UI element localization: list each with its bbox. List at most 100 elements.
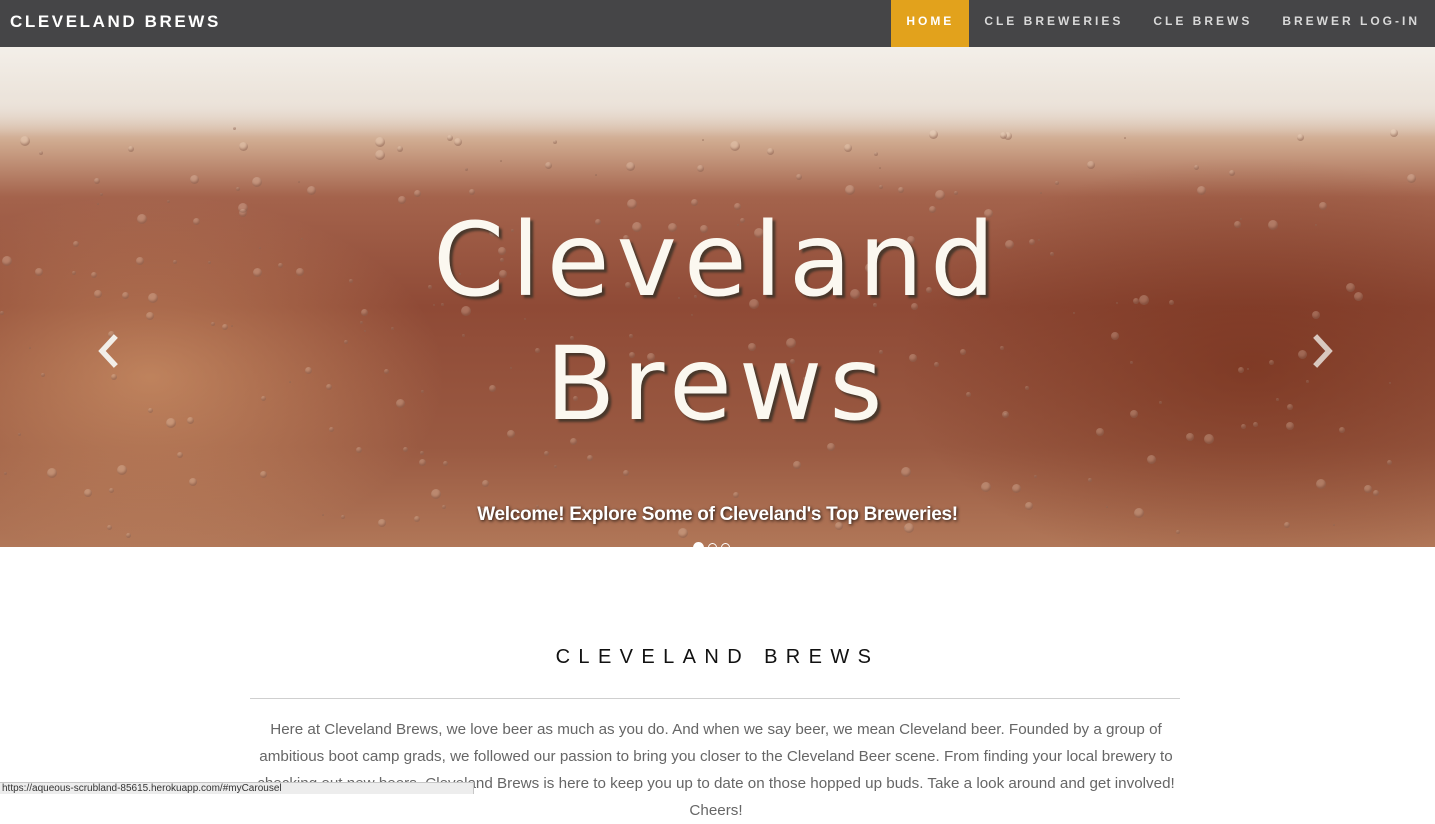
bubble-decoration <box>1316 479 1326 489</box>
hero-title-line-2: Brews <box>545 325 890 444</box>
bubble-decoration <box>1088 478 1092 482</box>
bubble-decoration <box>39 151 43 155</box>
bubble-decoration <box>545 162 552 169</box>
carousel-indicator-3[interactable] <box>721 543 730 547</box>
bubble-decoration <box>375 137 385 147</box>
hero-carousel: Cleveland Brews Welcome! Explore Some of… <box>0 47 1435 547</box>
bubble-decoration <box>1297 134 1304 141</box>
bubble-decoration <box>233 127 236 130</box>
bubble-decoration <box>595 174 597 176</box>
bubble-decoration <box>375 150 385 160</box>
bubble-decoration <box>482 480 489 487</box>
hero-caption: Welcome! Explore Some of Cleveland's Top… <box>477 504 958 525</box>
bubble-decoration <box>1390 129 1398 137</box>
bubble-decoration <box>260 471 267 478</box>
about-heading: CLEVELAND BREWS <box>555 646 880 668</box>
nav-menu: HOME CLE BREWERIES CLE BREWS BREWER LOG-… <box>891 0 1435 47</box>
bubble-decoration <box>447 135 453 141</box>
nav-link-brewer-login[interactable]: BREWER LOG-IN <box>1267 0 1435 47</box>
about-text: Here at Cleveland Brews, we love beer as… <box>257 721 1175 819</box>
browser-status-url: https://aqueous-scrubland-85615.herokuap… <box>0 782 474 794</box>
bubble-decoration <box>702 139 704 141</box>
bubble-decoration <box>454 138 462 146</box>
bubble-decoration <box>236 187 240 191</box>
bubble-decoration <box>109 488 114 493</box>
carousel-next-button[interactable] <box>1304 334 1344 368</box>
bubble-decoration <box>844 144 852 152</box>
bubble-decoration <box>544 451 549 456</box>
bubble-decoration <box>874 152 878 156</box>
bubble-decoration <box>981 482 991 492</box>
bubble-decoration <box>730 141 740 151</box>
bubble-decoration <box>397 146 403 152</box>
bubble-decoration <box>239 142 248 151</box>
bubble-decoration <box>898 187 904 193</box>
bubble-decoration <box>1197 186 1206 195</box>
bubble-decoration <box>403 447 408 452</box>
bubble-decoration <box>84 489 92 497</box>
carousel-indicator-1[interactable] <box>693 542 704 547</box>
bubble-decoration <box>954 191 958 195</box>
carousel-indicators <box>693 542 730 547</box>
bubble-decoration <box>189 478 197 486</box>
bubble-decoration <box>1194 165 1199 170</box>
bubble-decoration <box>1373 490 1379 496</box>
bubble-decoration <box>1000 132 1007 139</box>
bubble-decoration <box>553 140 557 144</box>
bubble-decoration <box>4 472 7 475</box>
carousel-indicator-2[interactable] <box>708 543 717 547</box>
bubble-decoration <box>177 452 183 458</box>
bubble-decoration <box>419 459 426 466</box>
bubble-decoration <box>414 190 421 197</box>
bubble-decoration <box>47 468 57 478</box>
nav-item-cle-breweries: CLE BREWERIES <box>969 0 1138 47</box>
bubble-decoration <box>733 492 739 498</box>
bubble-decoration <box>431 489 441 499</box>
bubble-decoration <box>901 467 911 477</box>
bubble-decoration <box>1124 137 1126 139</box>
beer-foam-background <box>0 47 1435 137</box>
bubble-decoration <box>626 162 635 171</box>
hero-title-line-1: Cleveland <box>433 201 1002 320</box>
bubble-decoration <box>252 177 262 187</box>
bubble-decoration <box>587 455 593 461</box>
bubble-decoration <box>879 185 883 189</box>
nav-item-home: HOME <box>891 0 970 47</box>
bubble-decoration <box>469 189 475 195</box>
bubble-decoration <box>1229 170 1235 176</box>
carousel-prev-button[interactable] <box>87 334 127 368</box>
bubble-decoration <box>443 461 448 466</box>
bubble-decoration <box>845 185 855 195</box>
bubble-decoration <box>623 470 629 476</box>
bubble-decoration <box>1364 485 1372 493</box>
brand-link[interactable]: CLEVELAND BREWS <box>10 0 221 47</box>
chevron-right-icon <box>1313 334 1333 368</box>
bubble-decoration <box>796 174 802 180</box>
bubble-decoration <box>1040 192 1042 194</box>
bubble-decoration <box>356 447 362 453</box>
bubble-decoration <box>94 178 100 184</box>
bubble-decoration <box>1387 460 1392 465</box>
nav-link-cle-brews[interactable]: CLE BREWS <box>1138 0 1267 47</box>
bubble-decoration <box>128 146 134 152</box>
bubble-decoration <box>1407 174 1416 183</box>
bubble-decoration <box>1055 181 1059 185</box>
bubble-decoration <box>500 160 502 162</box>
bubble-decoration <box>1034 475 1037 478</box>
nav-link-home[interactable]: HOME <box>891 0 970 47</box>
bubble-decoration <box>697 165 704 172</box>
bubble-decoration <box>1176 530 1180 534</box>
hero-title: Cleveland Brews <box>0 199 1435 447</box>
bubble-decoration <box>678 528 688 538</box>
bubble-decoration <box>1147 455 1156 464</box>
bubble-decoration <box>929 130 938 139</box>
bubble-decoration <box>1012 484 1021 493</box>
bubble-decoration <box>307 186 316 195</box>
bubble-decoration <box>298 181 300 183</box>
section-divider <box>250 698 1180 699</box>
bubble-decoration <box>20 136 30 146</box>
chevron-left-icon <box>98 334 118 368</box>
bubble-decoration <box>190 175 199 184</box>
nav-link-cle-breweries[interactable]: CLE BREWERIES <box>969 0 1138 47</box>
bubble-decoration <box>767 148 774 155</box>
